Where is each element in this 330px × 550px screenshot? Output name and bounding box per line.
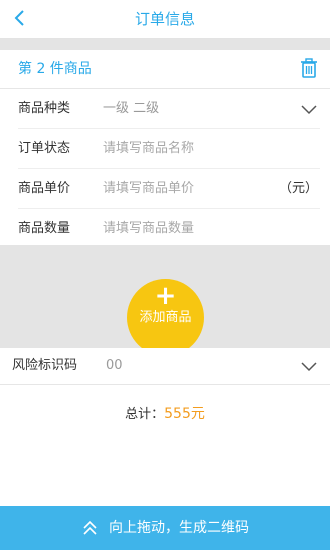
quantity-row: 商品数量 [0, 209, 330, 249]
generate-qr-bar[interactable]: 向上拖动，生成二维码 [0, 506, 330, 550]
product-category-dropdown[interactable] [300, 101, 318, 117]
header-bar: 订单信息 [0, 0, 330, 39]
quantity-input[interactable] [103, 209, 273, 249]
add-product-button[interactable]: + 添加商品 [127, 279, 204, 356]
generate-qr-label: 向上拖动，生成二维码 [109, 520, 249, 536]
product-category-value[interactable]: 一级 二级 [103, 89, 273, 129]
section-divider [0, 39, 330, 50]
order-status-label: 订单状态 [18, 141, 71, 156]
unit-price-unit: （元） [278, 181, 318, 196]
delete-product-button[interactable] [300, 58, 318, 78]
order-status-row: 订单状态 [0, 129, 330, 169]
risk-code-label: 风险标识码 [12, 358, 78, 373]
page-title: 订单信息 [134, 10, 195, 28]
order-total: 总计：555元 [0, 403, 330, 423]
product-card-title: 第 2 件商品 [18, 61, 92, 77]
unit-price-row: 商品单价 （元） [0, 169, 330, 209]
product-card-header: 第 2 件商品 [0, 50, 330, 89]
risk-code-dropdown[interactable] [300, 358, 318, 374]
product-card: 第 2 件商品 商品种类 一级 二级 订单状态 商品单价 （元） [0, 50, 330, 249]
product-category-row[interactable]: 商品种类 一级 二级 [0, 89, 330, 129]
generate-qr-content: 向上拖动，生成二维码 [0, 506, 330, 550]
quantity-label: 商品数量 [18, 221, 71, 236]
double-chevron-up-icon [83, 520, 97, 535]
total-label: 总计： [125, 407, 165, 422]
total-amount: 555元 [164, 406, 205, 422]
chevron-down-icon [301, 105, 317, 115]
add-product-label: 添加商品 [139, 310, 192, 325]
plus-icon: + [154, 281, 177, 311]
product-category-label: 商品种类 [18, 101, 71, 116]
chevron-down-icon [301, 362, 317, 372]
trash-icon [301, 58, 317, 78]
unit-price-input[interactable] [103, 169, 273, 209]
order-status-input[interactable] [103, 129, 273, 169]
risk-code-value[interactable]: 00 [106, 348, 123, 384]
unit-price-label: 商品单价 [18, 181, 71, 196]
risk-code-row[interactable]: 风险标识码 00 [0, 348, 330, 385]
